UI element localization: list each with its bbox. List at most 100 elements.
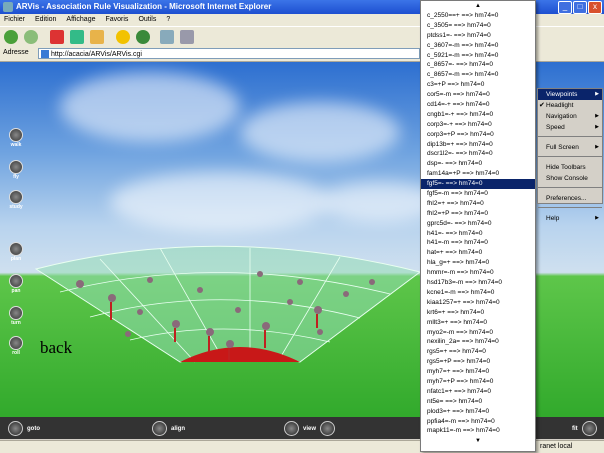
rule-option[interactable]: c_5921=-m ==> hm74=0 — [421, 51, 535, 61]
print-icon[interactable] — [180, 30, 194, 44]
submenu-arrow-icon: ▶ — [595, 91, 599, 97]
align-button[interactable]: align — [152, 421, 185, 436]
window-title: ARVis - Association Rule Visualization -… — [16, 2, 272, 11]
rule-option[interactable]: myo2=-m ==> hm74=0 — [421, 328, 535, 338]
rule-option[interactable]: mapk11=-m ==> hm74=0 — [421, 426, 535, 436]
rule-option[interactable]: c_8657=- ==> hm74=0 — [421, 60, 535, 70]
rule-option[interactable]: fgf5=- ==> hm74=0 — [421, 179, 535, 190]
rule-option[interactable]: plod3=+ ==> hm74=0 — [421, 407, 535, 417]
close-button[interactable]: x — [588, 1, 602, 14]
roll-control[interactable]: roll — [8, 336, 24, 356]
rule-option[interactable]: c_3607=-m ==> hm74=0 — [421, 41, 535, 51]
context-menu-item[interactable]: Headlight ✔ — [538, 100, 602, 111]
maximize-button[interactable]: □ — [573, 1, 587, 14]
rule-option[interactable]: dsp=- ==> hm74=0 — [421, 159, 535, 169]
rule-option[interactable]: c3=+P ==> hm74=0 — [421, 80, 535, 90]
address-url: http://acacia/ARVis/ARVis.cgi — [51, 51, 142, 58]
rule-option[interactable]: ppfia4=-m ==> hm74=0 — [421, 417, 535, 427]
rule-option[interactable]: hat=+ ==> hm74=0 — [421, 248, 535, 258]
turn-control[interactable]: turn — [8, 306, 24, 326]
ie-icon — [3, 2, 13, 12]
context-menu-item[interactable]: Hide Toolbars — [538, 162, 602, 173]
rule-list: c_2550==+ ==> hm74=0 c_3505= ==> hm74=0 pt… — [421, 11, 535, 436]
rule-option[interactable]: corp3=+P ==> hm74=0 — [421, 130, 535, 140]
rule-option[interactable]: corp3=-+ ==> hm74=0 — [421, 120, 535, 130]
context-menu-item[interactable]: Navigation ▶ — [538, 111, 602, 122]
mail-icon[interactable] — [160, 30, 174, 44]
rule-option[interactable]: hla_g=+ ==> hm74=0 — [421, 258, 535, 268]
pan-control[interactable]: pan — [8, 274, 24, 294]
view-button[interactable]: view — [284, 421, 336, 436]
submenu-arrow-icon: ▶ — [595, 113, 599, 119]
submenu-arrow-icon: ▶ — [595, 215, 599, 221]
menu-affichage[interactable]: Affichage — [66, 14, 95, 26]
fly-control[interactable]: fly — [8, 160, 24, 180]
rule-option[interactable]: kcne1=-m ==> hm74=0 — [421, 288, 535, 298]
context-menu-item[interactable]: Speed ▶ — [538, 122, 602, 133]
rule-option[interactable]: fam14a=+P ==> hm74=0 — [421, 169, 535, 179]
submenu-arrow-icon: ▶ — [595, 124, 599, 130]
rule-option[interactable]: ptdss1=- ==> hm74=0 — [421, 31, 535, 41]
rule-option[interactable]: fgf5=-m ==> hm74=0 — [421, 189, 535, 199]
context-menu-item[interactable]: Viewpoints ▶ — [538, 89, 602, 100]
rule-option[interactable]: dip13b=+ ==> hm74=0 — [421, 140, 535, 150]
page-icon — [41, 50, 49, 58]
fit-button[interactable]: fit — [572, 421, 597, 436]
rule-option[interactable]: hsd17b3=-m ==> hm74=0 — [421, 278, 535, 288]
context-menu-item[interactable]: Show Console — [538, 173, 602, 184]
scroll-down-icon[interactable]: ▼ — [421, 436, 535, 446]
context-menu-item[interactable]: Full Screen ▶ — [538, 142, 602, 153]
menu-edition[interactable]: Edition — [35, 14, 56, 26]
status-zone: ranet local — [540, 443, 573, 450]
rule-option[interactable]: cor5=-m ==> hm74=0 — [421, 90, 535, 100]
rule-option[interactable]: c_2550==+ ==> hm74=0 — [421, 11, 535, 21]
menu-help[interactable]: ? — [166, 14, 170, 26]
favorites-icon[interactable] — [116, 30, 130, 44]
address-input[interactable]: http://acacia/ARVis/ARVis.cgi — [38, 48, 420, 59]
rule-option[interactable]: rgs5=+ ==> hm74=0 — [421, 347, 535, 357]
rule-dropdown[interactable]: ▲ c_2550==+ ==> hm74=0 c_3505= ==> hm74=0… — [420, 0, 536, 452]
rule-option[interactable]: cngb1=-+ ==> hm74=0 — [421, 110, 535, 120]
stop-icon[interactable] — [50, 30, 64, 44]
refresh-icon[interactable] — [70, 30, 84, 44]
rule-option[interactable]: myh7=+ ==> hm74=0 — [421, 367, 535, 377]
rule-option[interactable]: hmmr=-m ==> hm74=0 — [421, 268, 535, 278]
rule-option[interactable]: c_8657=-m ==> hm74=0 — [421, 70, 535, 80]
walk-control[interactable]: walk — [8, 128, 24, 148]
rule-option[interactable]: dscr1l2=- ==> hm74=0 — [421, 149, 535, 159]
forward-icon[interactable] — [24, 30, 38, 44]
context-menu-item[interactable]: Preferences... — [538, 193, 602, 204]
back-label[interactable]: back — [40, 338, 72, 358]
rule-option[interactable]: fhl2=+ ==> hm74=0 — [421, 199, 535, 209]
context-menu: Viewpoints ▶ Headlight ✔ Navigation ▶ Speed ▶ Fu… — [537, 88, 603, 222]
rule-option[interactable]: cd14=-+ ==> hm74=0 — [421, 100, 535, 110]
check-icon: ✔ — [539, 102, 545, 109]
menu-outils[interactable]: Outils — [138, 14, 156, 26]
menu-favoris[interactable]: Favoris — [105, 14, 128, 26]
plan-control[interactable]: plan — [8, 242, 24, 262]
rule-option[interactable]: nfatc1=+ ==> hm74=0 — [421, 387, 535, 397]
rule-option[interactable]: h41=- ==> hm74=0 — [421, 229, 535, 239]
home-icon[interactable] — [90, 30, 104, 44]
address-label: Adresse — [3, 49, 29, 56]
rule-option[interactable]: myh7=+P ==> hm74=0 — [421, 377, 535, 387]
rule-option[interactable]: mllt3=+ ==> hm74=0 — [421, 318, 535, 328]
back-icon[interactable] — [4, 30, 18, 44]
rule-option[interactable]: fhl2=+P ==> hm74=0 — [421, 209, 535, 219]
rule-option[interactable]: krt6=+ ==> hm74=0 — [421, 308, 535, 318]
scroll-up-icon[interactable]: ▲ — [421, 1, 535, 11]
goto-button[interactable]: goto — [8, 421, 40, 436]
rule-option[interactable]: nt5e= ==> hm74=0 — [421, 397, 535, 407]
context-menu-item[interactable]: Help ▶ — [538, 213, 602, 224]
rule-option[interactable]: h41=-m ==> hm74=0 — [421, 238, 535, 248]
history-icon[interactable] — [136, 30, 150, 44]
study-control[interactable]: study — [8, 190, 24, 210]
rule-option[interactable]: nexilin_2a= ==> hm74=0 — [421, 337, 535, 347]
rule-option[interactable]: kiaa1257=+ ==> hm74=0 — [421, 298, 535, 308]
rule-option[interactable]: rgs5=+P ==> hm74=0 — [421, 357, 535, 367]
rule-option[interactable]: gprc5d=- ==> hm74=0 — [421, 219, 535, 229]
submenu-arrow-icon: ▶ — [595, 144, 599, 150]
rule-option[interactable]: c_3505= ==> hm74=0 — [421, 21, 535, 31]
minimize-button[interactable]: _ — [558, 1, 572, 14]
menu-fichier[interactable]: Fichier — [4, 14, 25, 26]
